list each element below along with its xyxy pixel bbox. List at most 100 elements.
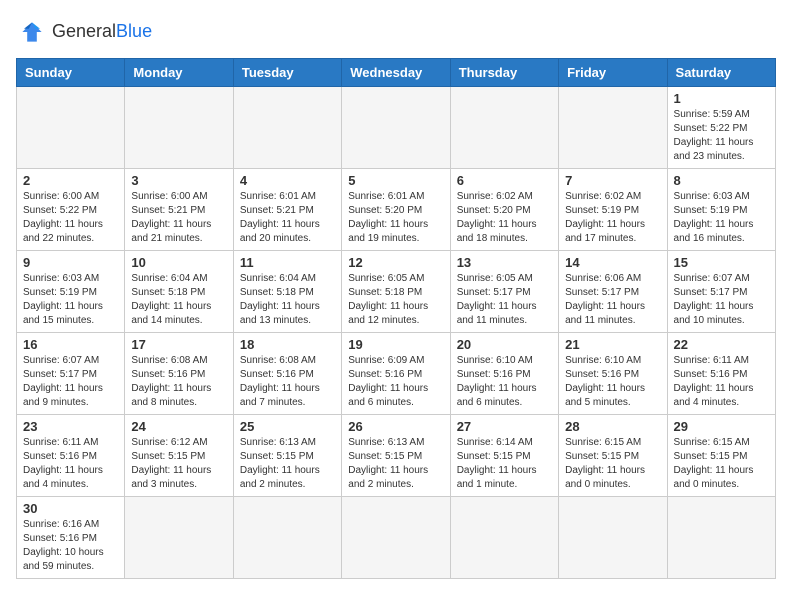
week-row-4: 16 Sunrise: 6:07 AM Sunset: 5:17 PM Dayli…	[17, 333, 776, 415]
day-cell	[450, 497, 558, 579]
day-info: Sunrise: 6:07 AM Sunset: 5:17 PM Dayligh…	[23, 354, 118, 410]
day-number: 10	[131, 255, 226, 270]
day-number: 28	[565, 419, 660, 434]
header-cell-tuesday: Tuesday	[233, 59, 341, 87]
week-row-5: 23 Sunrise: 6:11 AM Sunset: 5:16 PM Dayli…	[17, 415, 776, 497]
day-cell	[233, 87, 341, 169]
day-number: 1	[674, 91, 769, 106]
day-cell: 27 Sunrise: 6:14 AM Sunset: 5:15 PM Dayli…	[450, 415, 558, 497]
day-info: Sunrise: 6:02 AM Sunset: 5:20 PM Dayligh…	[457, 190, 552, 246]
day-cell: 1 Sunrise: 5:59 AM Sunset: 5:22 PM Daylig…	[667, 87, 775, 169]
day-number: 3	[131, 173, 226, 188]
day-number: 15	[674, 255, 769, 270]
day-cell	[559, 87, 667, 169]
day-number: 27	[457, 419, 552, 434]
day-cell: 9 Sunrise: 6:03 AM Sunset: 5:19 PM Daylig…	[17, 251, 125, 333]
day-cell: 4 Sunrise: 6:01 AM Sunset: 5:21 PM Daylig…	[233, 169, 341, 251]
day-info: Sunrise: 6:14 AM Sunset: 5:15 PM Dayligh…	[457, 436, 552, 492]
day-info: Sunrise: 6:13 AM Sunset: 5:15 PM Dayligh…	[240, 436, 335, 492]
day-info: Sunrise: 6:00 AM Sunset: 5:22 PM Dayligh…	[23, 190, 118, 246]
day-number: 8	[674, 173, 769, 188]
day-number: 14	[565, 255, 660, 270]
header-cell-saturday: Saturday	[667, 59, 775, 87]
day-number: 16	[23, 337, 118, 352]
day-cell: 2 Sunrise: 6:00 AM Sunset: 5:22 PM Daylig…	[17, 169, 125, 251]
day-number: 7	[565, 173, 660, 188]
day-cell: 19Sunrise: 6:09 AM Sunset: 5:16 PM Dayli…	[342, 333, 450, 415]
week-row-2: 2 Sunrise: 6:00 AM Sunset: 5:22 PM Daylig…	[17, 169, 776, 251]
day-cell	[559, 497, 667, 579]
day-info: Sunrise: 6:12 AM Sunset: 5:15 PM Dayligh…	[131, 436, 226, 492]
header-cell-wednesday: Wednesday	[342, 59, 450, 87]
day-info: Sunrise: 6:05 AM Sunset: 5:17 PM Dayligh…	[457, 272, 552, 328]
day-number: 20	[457, 337, 552, 352]
day-info: Sunrise: 5:59 AM Sunset: 5:22 PM Dayligh…	[674, 108, 769, 164]
day-info: Sunrise: 6:02 AM Sunset: 5:19 PM Dayligh…	[565, 190, 660, 246]
day-number: 29	[674, 419, 769, 434]
day-info: Sunrise: 6:10 AM Sunset: 5:16 PM Dayligh…	[565, 354, 660, 410]
day-cell: 8 Sunrise: 6:03 AM Sunset: 5:19 PM Daylig…	[667, 169, 775, 251]
day-number: 13	[457, 255, 552, 270]
day-cell	[342, 87, 450, 169]
day-number: 17	[131, 337, 226, 352]
week-row-6: 30 Sunrise: 6:16 AM Sunset: 5:16 PM Dayli…	[17, 497, 776, 579]
day-cell: 26Sunrise: 6:13 AM Sunset: 5:15 PM Dayli…	[342, 415, 450, 497]
day-cell: 5Sunrise: 6:01 AM Sunset: 5:20 PM Daylig…	[342, 169, 450, 251]
day-number: 2	[23, 173, 118, 188]
week-row-3: 9 Sunrise: 6:03 AM Sunset: 5:19 PM Daylig…	[17, 251, 776, 333]
day-info: Sunrise: 6:07 AM Sunset: 5:17 PM Dayligh…	[674, 272, 769, 328]
day-info: Sunrise: 6:03 AM Sunset: 5:19 PM Dayligh…	[674, 190, 769, 246]
header-cell-monday: Monday	[125, 59, 233, 87]
day-info: Sunrise: 6:13 AM Sunset: 5:15 PM Dayligh…	[348, 436, 443, 492]
day-info: Sunrise: 6:04 AM Sunset: 5:18 PM Dayligh…	[240, 272, 335, 328]
day-info: Sunrise: 6:03 AM Sunset: 5:19 PM Dayligh…	[23, 272, 118, 328]
day-info: Sunrise: 6:04 AM Sunset: 5:18 PM Dayligh…	[131, 272, 226, 328]
day-cell: 11 Sunrise: 6:04 AM Sunset: 5:18 PM Dayli…	[233, 251, 341, 333]
calendar-table: SundayMondayTuesdayWednesdayThursdayFrid…	[16, 58, 776, 579]
day-cell: 21Sunrise: 6:10 AM Sunset: 5:16 PM Dayli…	[559, 333, 667, 415]
day-number: 12	[348, 255, 443, 270]
day-number: 9	[23, 255, 118, 270]
day-cell: 3Sunrise: 6:00 AM Sunset: 5:21 PM Daylig…	[125, 169, 233, 251]
day-cell	[17, 87, 125, 169]
day-number: 4	[240, 173, 335, 188]
day-cell: 10 Sunrise: 6:04 AM Sunset: 5:18 PM Dayli…	[125, 251, 233, 333]
day-number: 11	[240, 255, 335, 270]
day-cell: 22 Sunrise: 6:11 AM Sunset: 5:16 PM Dayli…	[667, 333, 775, 415]
day-cell	[667, 497, 775, 579]
day-number: 6	[457, 173, 552, 188]
day-number: 30	[23, 501, 118, 516]
day-info: Sunrise: 6:05 AM Sunset: 5:18 PM Dayligh…	[348, 272, 443, 328]
day-number: 24	[131, 419, 226, 434]
day-info: Sunrise: 6:06 AM Sunset: 5:17 PM Dayligh…	[565, 272, 660, 328]
day-cell: 7 Sunrise: 6:02 AM Sunset: 5:19 PM Daylig…	[559, 169, 667, 251]
day-info: Sunrise: 6:16 AM Sunset: 5:16 PM Dayligh…	[23, 518, 118, 574]
day-info: Sunrise: 6:15 AM Sunset: 5:15 PM Dayligh…	[565, 436, 660, 492]
day-cell: 12 Sunrise: 6:05 AM Sunset: 5:18 PM Dayli…	[342, 251, 450, 333]
day-cell: 28 Sunrise: 6:15 AM Sunset: 5:15 PM Dayli…	[559, 415, 667, 497]
day-number: 18	[240, 337, 335, 352]
day-info: Sunrise: 6:11 AM Sunset: 5:16 PM Dayligh…	[674, 354, 769, 410]
day-info: Sunrise: 6:10 AM Sunset: 5:16 PM Dayligh…	[457, 354, 552, 410]
day-number: 23	[23, 419, 118, 434]
day-info: Sunrise: 6:11 AM Sunset: 5:16 PM Dayligh…	[23, 436, 118, 492]
day-info: Sunrise: 6:15 AM Sunset: 5:15 PM Dayligh…	[674, 436, 769, 492]
day-info: Sunrise: 6:08 AM Sunset: 5:16 PM Dayligh…	[131, 354, 226, 410]
day-number: 22	[674, 337, 769, 352]
day-cell: 24 Sunrise: 6:12 AM Sunset: 5:15 PM Dayli…	[125, 415, 233, 497]
day-info: Sunrise: 6:08 AM Sunset: 5:16 PM Dayligh…	[240, 354, 335, 410]
header-cell-friday: Friday	[559, 59, 667, 87]
day-info: Sunrise: 6:09 AM Sunset: 5:16 PM Dayligh…	[348, 354, 443, 410]
logo-icon	[16, 16, 48, 48]
day-cell: 23 Sunrise: 6:11 AM Sunset: 5:16 PM Dayli…	[17, 415, 125, 497]
day-cell	[342, 497, 450, 579]
day-info: Sunrise: 6:01 AM Sunset: 5:21 PM Dayligh…	[240, 190, 335, 246]
day-cell	[450, 87, 558, 169]
day-cell: 17 Sunrise: 6:08 AM Sunset: 5:16 PM Dayli…	[125, 333, 233, 415]
day-cell: 18 Sunrise: 6:08 AM Sunset: 5:16 PM Dayli…	[233, 333, 341, 415]
day-cell: 16 Sunrise: 6:07 AM Sunset: 5:17 PM Dayli…	[17, 333, 125, 415]
day-cell: 30 Sunrise: 6:16 AM Sunset: 5:16 PM Dayli…	[17, 497, 125, 579]
page-header: GeneralBlue	[16, 16, 776, 48]
day-cell	[125, 497, 233, 579]
header-row: SundayMondayTuesdayWednesdayThursdayFrid…	[17, 59, 776, 87]
